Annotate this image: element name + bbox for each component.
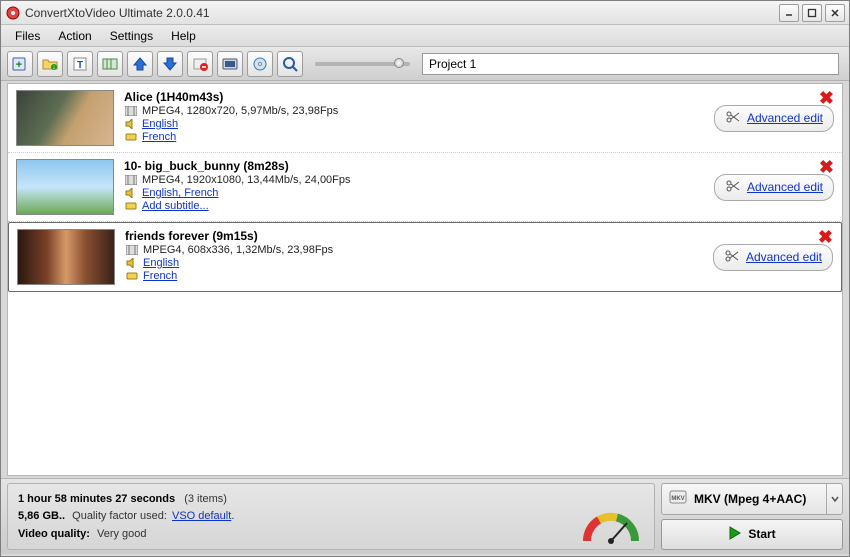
output-format-label: MKV (Mpeg 4+AAC) [694,492,806,506]
video-thumbnail[interactable] [17,229,115,285]
preview-button[interactable] [277,51,303,77]
remove-button[interactable] [187,51,213,77]
add-chapter-button[interactable] [97,51,123,77]
subtitle-icon [124,131,138,143]
total-duration: 1 hour 58 minutes 27 seconds [18,493,175,505]
add-file-button[interactable]: + [7,51,33,77]
file-title: Alice (1H40m43s) [124,90,694,104]
scissors-icon [725,110,741,127]
file-spec: MPEG4, 1280x720, 5,97Mb/s, 23,98Fps [142,105,338,117]
subtitle-link[interactable]: French [143,270,177,282]
close-button[interactable] [825,4,845,22]
output-panel: MKV MKV (Mpeg 4+AAC) Start [661,483,843,550]
move-up-button[interactable] [127,51,153,77]
burn-disc-button[interactable] [247,51,273,77]
subtitle-icon [124,200,138,212]
file-row[interactable]: ✖ Alice (1H40m43s) MPEG4, 1280x720, 5,97… [8,84,842,153]
total-size: 5,86 GB.. [18,510,65,522]
subtitle-link[interactable]: French [142,131,176,143]
app-icon [5,5,21,21]
project-name-input[interactable] [422,53,839,75]
scissors-icon [725,179,741,196]
video-icon [124,105,138,117]
menu-help[interactable]: Help [163,27,204,45]
video-icon [124,174,138,186]
svg-text:↓: ↓ [52,64,56,71]
titlebar: ConvertXtoVideo Ultimate 2.0.0.41 [1,1,849,25]
add-folder-button[interactable]: ↓ [37,51,63,77]
remove-item-icon[interactable]: ✖ [818,227,833,248]
svg-text:+: + [16,59,22,71]
file-title: 10- big_buck_bunny (8m28s) [124,159,694,173]
menu-files[interactable]: Files [7,27,48,45]
row-actions: Advanced edit [694,159,834,215]
svg-text:MKV: MKV [671,496,684,502]
quality-factor-link[interactable]: VSO default [172,510,231,522]
video-icon [125,244,139,256]
file-row[interactable]: ✖ 10- big_buck_bunny (8m28s) MPEG4, 1920… [8,153,842,222]
summary-panel: 1 hour 58 minutes 27 seconds (3 items) 5… [7,483,655,550]
file-spec: MPEG4, 1920x1080, 13,44Mb/s, 24,00Fps [142,174,351,186]
start-button[interactable]: Start [661,519,843,551]
footer: 1 hour 58 minutes 27 seconds (3 items) 5… [1,478,849,554]
subtitle-link[interactable]: Add subtitle... [142,200,209,212]
video-thumbnail[interactable] [16,159,114,215]
video-quality-value: Very good [97,528,147,540]
output-format-selector[interactable]: MKV MKV (Mpeg 4+AAC) [661,483,843,515]
file-title: friends forever (9m15s) [125,229,693,243]
advanced-edit-button[interactable]: Advanced edit [714,174,834,201]
slider-thumb[interactable] [394,58,404,68]
file-info: friends forever (9m15s) MPEG4, 608x336, … [125,229,693,285]
items-count: (3 items) [184,493,227,505]
audio-track-link[interactable]: English [143,257,179,269]
remove-item-icon[interactable]: ✖ [819,88,834,109]
svg-text:T: T [77,60,83,71]
remove-item-icon[interactable]: ✖ [819,157,834,178]
audio-track-link[interactable]: English [142,118,178,130]
toolbar: + ↓ T [1,47,849,81]
video-thumbnail[interactable] [16,90,114,146]
file-row[interactable]: ✖ friends forever (9m15s) MPEG4, 608x336… [8,222,842,292]
audio-icon [124,118,138,130]
file-info: Alice (1H40m43s) MPEG4, 1280x720, 5,97Mb… [124,90,694,146]
window-title: ConvertXtoVideo Ultimate 2.0.0.41 [25,6,779,20]
menubar: Files Action Settings Help [1,25,849,47]
advanced-edit-button[interactable]: Advanced edit [714,105,834,132]
scissors-icon [724,249,740,266]
audio-icon [124,187,138,199]
audio-track-link[interactable]: English, French [142,187,218,199]
window-controls [779,4,845,22]
advanced-edit-button[interactable]: Advanced edit [713,244,833,271]
thumbnail-size-slider[interactable] [315,62,410,66]
row-actions: Advanced edit [694,90,834,146]
add-text-button[interactable]: T [67,51,93,77]
file-spec: MPEG4, 608x336, 1,32Mb/s, 23,98Fps [143,244,333,256]
subtitle-icon [125,270,139,282]
format-icon: MKV [668,487,688,510]
chevron-down-icon[interactable] [826,484,842,514]
menu-settings[interactable]: Settings [102,27,161,45]
move-down-button[interactable] [157,51,183,77]
quality-gauge-icon [576,501,646,549]
video-quality-label: Video quality: [18,528,90,540]
menu-action[interactable]: Action [50,27,99,45]
file-list: ✖ Alice (1H40m43s) MPEG4, 1280x720, 5,97… [7,83,843,476]
audio-icon [125,257,139,269]
play-icon [728,526,742,543]
file-info: 10- big_buck_bunny (8m28s) MPEG4, 1920x1… [124,159,694,215]
maximize-button[interactable] [802,4,822,22]
row-actions: Advanced edit [693,229,833,285]
minimize-button[interactable] [779,4,799,22]
screenshot-button[interactable] [217,51,243,77]
